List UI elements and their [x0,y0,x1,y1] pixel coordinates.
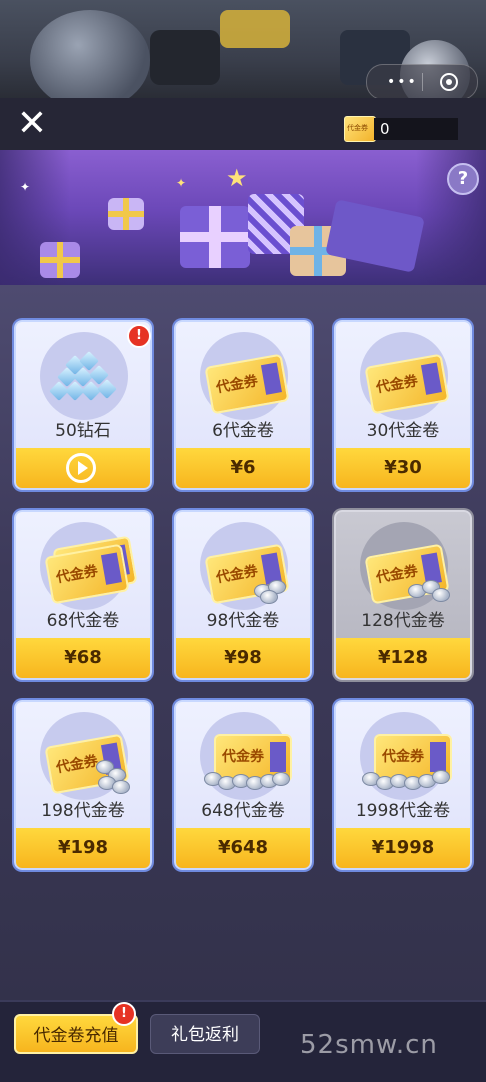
promo-banner: ★ ✦ ✦ [0,150,486,285]
diamond-pile-icon [38,340,130,410]
tab-gift-rebate[interactable]: 礼包返利 [150,1014,260,1054]
product-card-30-voucher[interactable]: 代金券 30代金卷 ¥30 [334,320,472,490]
scene-decoration [150,30,220,85]
card-name: 50钻石 [55,421,111,441]
voucher-ticket-icon: 代金券 [344,116,376,142]
voucher-coins-icon: 代金券 [358,530,450,605]
alert-badge: ! [112,1002,136,1026]
voucher-stack-icon: 代金券 [38,530,138,605]
card-name: 1998代金卷 [355,801,451,821]
price-button[interactable]: ¥198 [16,828,150,868]
product-card-198-voucher[interactable]: 代金券 198代金卷 ¥198 [14,700,152,870]
watch-ad-button[interactable] [16,448,150,488]
price-button[interactable]: ¥68 [16,638,150,678]
close-mini-program-icon[interactable] [440,73,458,91]
star-icon: ✦ [176,176,187,190]
mini-program-capsule: ••• [366,64,478,100]
card-name: 128代金卷 [361,611,445,631]
voucher-art-label: 代金券 [374,563,420,587]
voucher-art-label: 代金券 [214,373,260,397]
product-card-648-voucher[interactable]: 代金券 648代金卷 ¥648 [174,700,312,870]
price-button[interactable]: ¥648 [176,828,310,868]
voucher-art-label: 代金券 [374,373,420,397]
scene-decoration [30,10,150,98]
voucher-coins-icon: 代金券 [198,530,290,605]
gift-box-icon [180,206,250,268]
scene-decoration [220,10,290,48]
gift-box-icon [108,198,144,230]
play-icon [66,453,96,483]
card-name: 648代金卷 [201,801,285,821]
card-name: 68代金卷 [46,611,120,631]
price-button[interactable]: ¥98 [176,638,310,678]
product-card-128-voucher[interactable]: 代金券 128代金卷 ¥128 [334,510,472,680]
product-card-68-voucher[interactable]: 代金券 68代金卷 ¥68 [14,510,152,680]
voucher-pile-icon: 代金券 [198,720,292,790]
voucher-balance: 代金券 0 [344,116,458,142]
product-card-1998-voucher[interactable]: 代金券 1998代金卷 ¥1998 [334,700,472,870]
gift-box-icon [40,242,80,278]
product-card-98-voucher[interactable]: 代金券 98代金卷 ¥98 [174,510,312,680]
card-name: 6代金卷 [212,421,274,441]
voucher-ticket-label: 代金券 [347,124,368,132]
star-icon: ✦ [20,180,31,194]
help-button[interactable]: ? [447,163,479,195]
card-name: 30代金卷 [366,421,440,441]
price-button[interactable]: ¥6 [176,448,310,488]
voucher-balance-value: 0 [374,118,458,140]
product-card-6-voucher[interactable]: 代金券 6代金卷 ¥6 [174,320,312,490]
voucher-art-label: 代金券 [54,563,100,587]
voucher-icon: 代金券 [198,340,290,415]
voucher-coins-icon: 代金券 [38,720,130,795]
price-button[interactable]: ¥30 [336,448,470,488]
voucher-icon: 代金券 [358,340,450,415]
price-button[interactable]: ¥1998 [336,828,470,868]
voucher-art-label: 代金券 [54,753,100,777]
card-name: 198代金卷 [41,801,125,821]
alert-badge: ! [127,324,151,348]
star-icon: ★ [226,164,248,192]
more-options-icon[interactable]: ••• [387,74,418,90]
voucher-art-label: 代金券 [382,749,424,765]
close-icon[interactable]: ✕ [14,106,50,142]
card-name: 98代金卷 [206,611,280,631]
voucher-art-label: 代金券 [214,563,260,587]
voucher-pile-icon: 代金券 [358,720,452,790]
price-button[interactable]: ¥128 [336,638,470,678]
voucher-art-label: 代金券 [222,749,264,765]
capsule-divider [422,73,423,91]
watermark-text: 52smw.cn [300,1030,438,1060]
